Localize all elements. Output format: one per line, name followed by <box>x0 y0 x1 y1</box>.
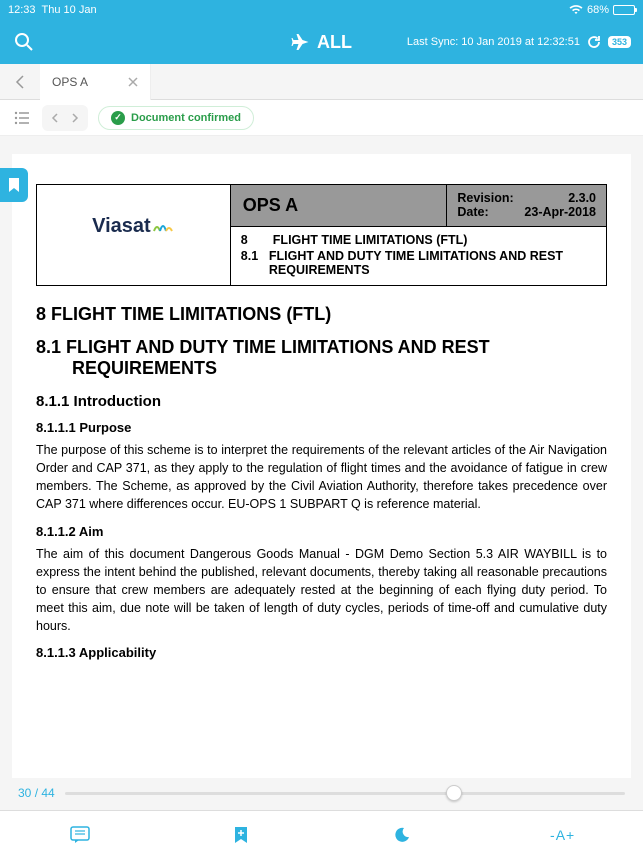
tab-ops-a[interactable]: OPS A <box>40 64 151 100</box>
check-circle-icon: ✓ <box>111 111 125 125</box>
page-counter: 30 / 44 <box>18 786 55 800</box>
document-confirmed-badge[interactable]: ✓ Document confirmed <box>98 106 254 130</box>
logo-cell: Viasat <box>37 185 231 286</box>
confirmed-label: Document confirmed <box>131 112 241 124</box>
heading-8-1-1-3: 8.1.1.3 Applicability <box>36 645 607 660</box>
heading-8-1-1-1: 8.1.1.1 Purpose <box>36 420 607 435</box>
chevron-right-icon <box>71 113 79 123</box>
heading-8-1: 8.1 FLIGHT AND DUTY TIME LIMITATIONS AND… <box>36 337 607 379</box>
last-sync-text: Last Sync: 10 Jan 2019 at 12:32:51 <box>407 36 580 48</box>
document-toolbar: ✓ Document confirmed <box>0 100 643 136</box>
doc-title-cell: OPS A <box>230 185 447 227</box>
toc-button[interactable] <box>12 108 32 128</box>
slider-thumb[interactable] <box>446 785 462 801</box>
back-button[interactable] <box>0 64 40 100</box>
bottom-bar: -A+ <box>0 810 643 858</box>
revision-cell: Revision:2.3.0 Date:23-Apr-2018 <box>447 185 607 227</box>
viasat-logo: Viasat <box>92 215 175 238</box>
heading-8-1-1-2: 8.1.1.2 Aim <box>36 524 607 539</box>
font-size-button[interactable]: -A+ <box>482 811 643 858</box>
sync-count-badge: 353 <box>608 36 631 48</box>
section-cell: 8FLIGHT TIME LIMITATIONS (FTL) 8.1FLIGHT… <box>230 227 606 286</box>
tab-close-button[interactable] <box>128 77 138 87</box>
prev-page-button[interactable] <box>46 109 64 127</box>
filter-label: ALL <box>317 32 352 53</box>
night-mode-button[interactable] <box>322 811 483 858</box>
comments-button[interactable] <box>0 811 161 858</box>
page-nav <box>42 105 88 131</box>
battery-percent: 68% <box>587 4 609 16</box>
close-icon <box>128 77 138 87</box>
search-button[interactable] <box>12 30 36 54</box>
sync-button[interactable] <box>586 34 602 50</box>
comment-icon <box>70 826 90 844</box>
airplane-icon <box>291 33 309 51</box>
tab-bar: OPS A <box>0 64 643 100</box>
document-header-table: Viasat OPS A Revision:2.3.0 Date:23-Apr-… <box>36 184 607 286</box>
chevron-left-icon <box>15 75 25 89</box>
top-bar-title[interactable]: ALL <box>291 32 352 53</box>
top-bar: ALL Last Sync: 10 Jan 2019 at 12:32:51 3… <box>0 20 643 64</box>
chevron-left-icon <box>51 113 59 123</box>
paragraph-aim: The aim of this document Dangerous Goods… <box>36 545 607 636</box>
paragraph-purpose: The purpose of this scheme is to interpr… <box>36 441 607 514</box>
refresh-icon <box>586 34 602 50</box>
heading-8-1-1: 8.1.1 Introduction <box>36 393 607 410</box>
bookmark-icon <box>8 177 20 193</box>
bookmark-plus-icon <box>234 826 248 844</box>
page-slider[interactable] <box>65 792 625 795</box>
heading-8: 8 FLIGHT TIME LIMITATIONS (FTL) <box>36 304 607 325</box>
add-bookmark-button[interactable] <box>161 811 322 858</box>
search-icon <box>14 32 34 52</box>
status-bar: 12:33 Thu 10 Jan 68% <box>0 0 643 20</box>
status-time: 12:33 <box>8 4 36 16</box>
list-icon <box>14 111 30 125</box>
page-footer: 30 / 44 <box>0 778 643 808</box>
bookmark-button[interactable] <box>0 168 28 202</box>
battery-icon <box>613 5 635 15</box>
status-date: Thu 10 Jan <box>42 4 97 16</box>
font-size-label: -A+ <box>550 827 575 843</box>
document-viewport[interactable]: Viasat OPS A Revision:2.3.0 Date:23-Apr-… <box>12 154 631 778</box>
wifi-icon <box>569 5 583 15</box>
moon-icon <box>394 827 410 843</box>
tab-label: OPS A <box>52 75 88 89</box>
next-page-button[interactable] <box>66 109 84 127</box>
